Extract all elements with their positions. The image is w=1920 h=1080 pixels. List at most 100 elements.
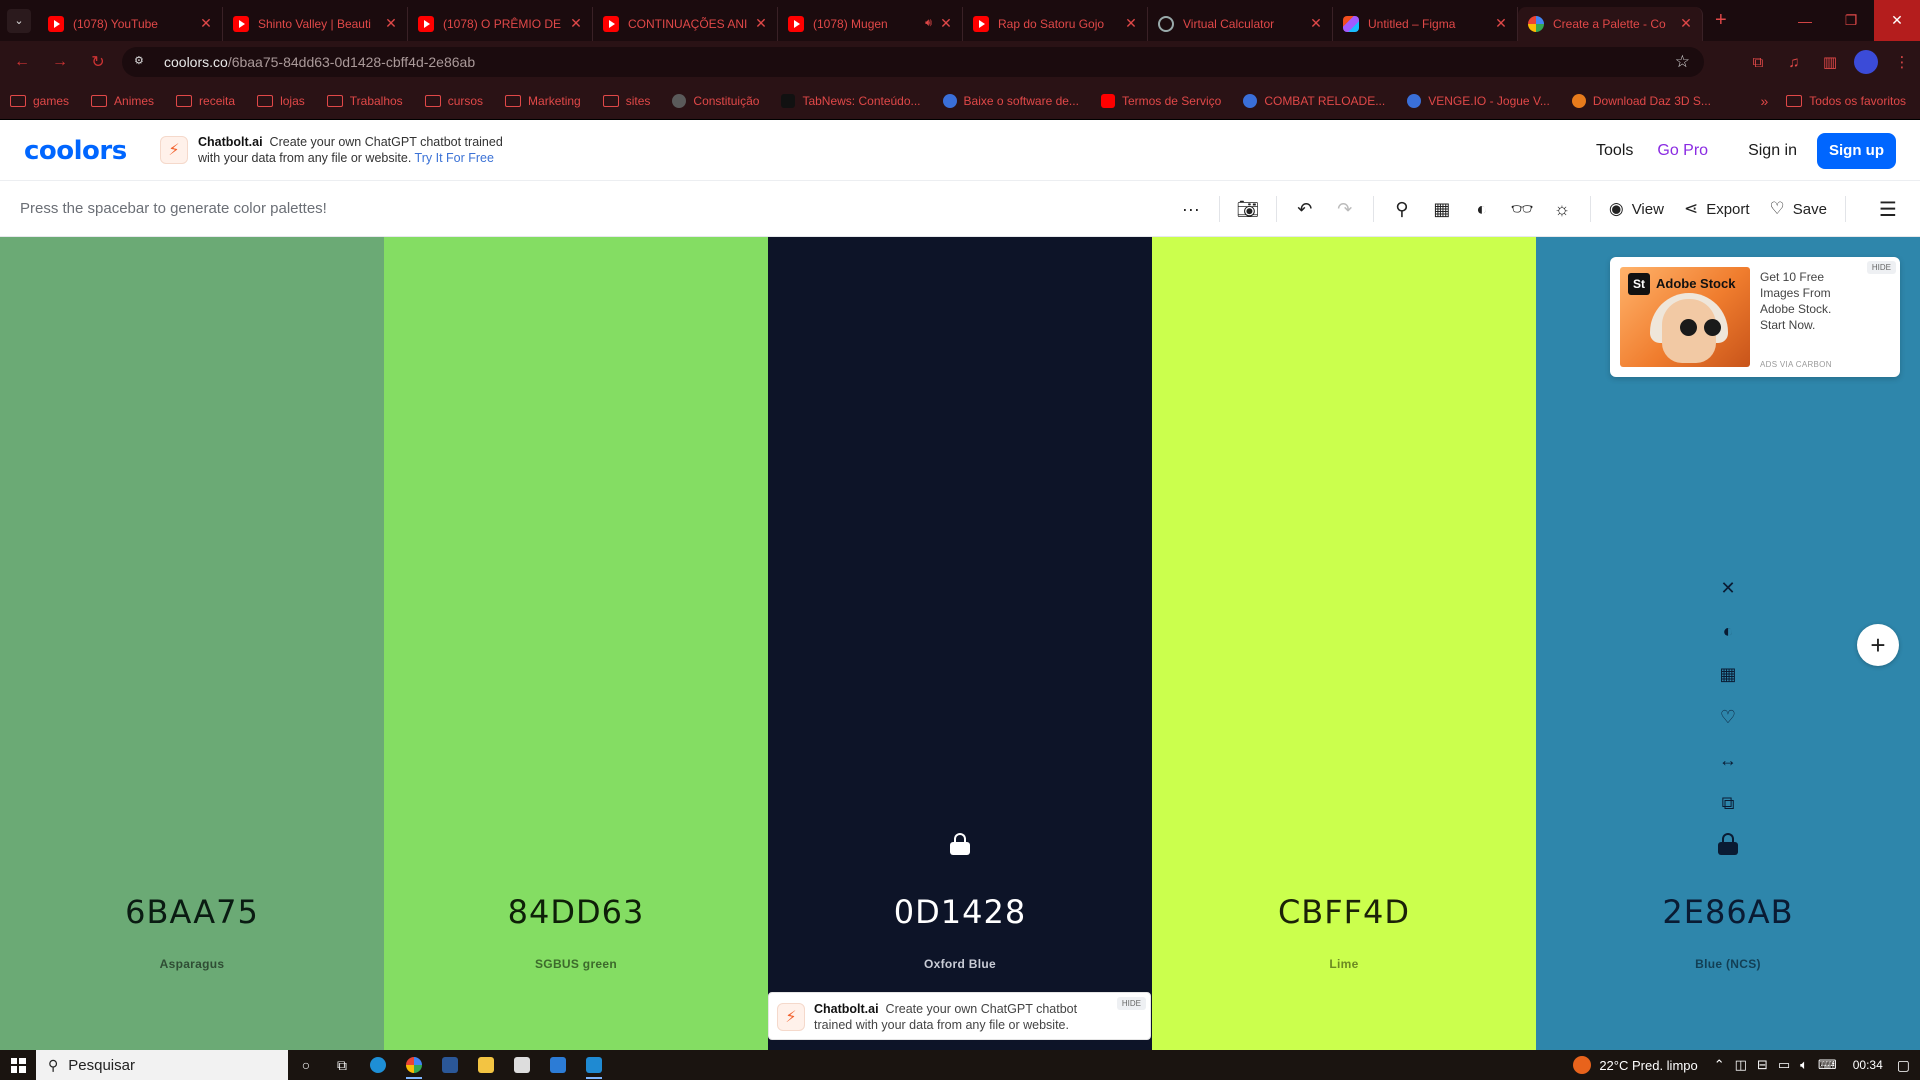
close-tab-icon[interactable]: ✕ [383, 15, 399, 32]
color-swatch[interactable]: CBFF4D Lime [1152, 237, 1536, 1050]
keyboard-icon[interactable]: ⌨ [1818, 1057, 1837, 1073]
start-button[interactable] [0, 1050, 36, 1080]
color-name[interactable]: Asparagus [0, 957, 384, 971]
browser-tab[interactable]: (1078) YouTube ✕ [38, 6, 223, 41]
notifications-icon[interactable]: ▢ [1897, 1057, 1910, 1074]
browser-menu-icon[interactable]: ⋮ [1884, 47, 1920, 77]
hamburger-menu-icon[interactable]: ☰ [1868, 189, 1908, 229]
color-name[interactable]: Lime [1152, 957, 1536, 971]
chrome-icon[interactable] [396, 1050, 432, 1080]
carbon-ad[interactable]: St Adobe Stock Get 10 Free Images From A… [1610, 257, 1900, 377]
browser-tab[interactable]: CONTINUAÇÕES ANI ✕ [593, 6, 778, 41]
minimize-icon[interactable]: — [1782, 0, 1828, 41]
browser-tab[interactable]: Untitled – Figma ✕ [1333, 6, 1518, 41]
camera-icon[interactable]: 📷︎ [1228, 189, 1268, 229]
color-hex-code[interactable]: 84DD63 [384, 893, 768, 931]
close-tab-icon[interactable]: ✕ [753, 15, 769, 32]
bottom-promo-banner[interactable]: ⚡ Chatbolt.ai Create your own ChatGPT ch… [768, 992, 1151, 1040]
file-explorer-icon[interactable] [468, 1050, 504, 1080]
close-tab-icon[interactable]: ✕ [938, 15, 954, 32]
bookmark-item[interactable]: receita [176, 94, 235, 108]
browser-tab[interactable]: Shinto Valley | Beauti ✕ [223, 6, 408, 41]
contrast-icon[interactable]: ◐ [1462, 189, 1502, 229]
view-button[interactable]: ◉ View [1609, 199, 1664, 219]
undo-icon[interactable]: ↶ [1285, 189, 1325, 229]
edge-icon[interactable] [360, 1050, 396, 1080]
color-swatch[interactable]: 84DD63 SGBUS green [384, 237, 768, 1050]
color-hex-code[interactable]: CBFF4D [1152, 893, 1536, 931]
site-info-icon[interactable]: ⚙ [134, 54, 150, 70]
bookmark-item[interactable]: TabNews: Conteúdo... [781, 94, 921, 108]
color-hex-code[interactable]: 0D1428 [768, 893, 1152, 931]
bookmark-item[interactable]: Trabalhos [326, 94, 403, 108]
color-name[interactable]: Oxford Blue [768, 957, 1152, 971]
network-icon[interactable]: ▭ [1778, 1057, 1790, 1073]
vscode-icon[interactable] [576, 1050, 612, 1080]
browser-tab[interactable]: Virtual Calculator ✕ [1148, 6, 1333, 41]
close-tab-icon[interactable]: ✕ [198, 15, 214, 32]
audio-playing-icon[interactable]: 🔊︎ [925, 17, 932, 30]
browser-tab[interactable]: (1078) Mugen 🔊︎ ✕ [778, 6, 963, 41]
bookmark-item[interactable]: VENGE.IO - Jogue V... [1407, 94, 1550, 108]
close-tab-icon[interactable]: ✕ [1123, 15, 1139, 32]
color-hex-code[interactable]: 2E86AB [1536, 893, 1920, 931]
media-queue-icon[interactable]: ♫ [1776, 47, 1812, 77]
bookmark-star-icon[interactable]: ☆ [1675, 52, 1690, 72]
bottom-promo-hide-button[interactable]: HIDE [1116, 997, 1146, 1010]
more-options-icon[interactable]: ··· [1171, 189, 1211, 229]
bookmark-item[interactable]: Constituição [672, 94, 759, 108]
more-bookmarks-button[interactable]: » [1760, 93, 1768, 109]
camera-tray-icon[interactable]: ◫ [1735, 1057, 1747, 1073]
redo-icon[interactable]: ↷ [1325, 189, 1365, 229]
remove-color-icon[interactable]: ✕ [1536, 567, 1920, 610]
go-pro-link[interactable]: Go Pro [1657, 142, 1708, 160]
brightness-icon[interactable]: ☼ [1542, 189, 1582, 229]
color-name[interactable]: Blue (NCS) [1536, 957, 1920, 971]
volume-icon[interactable]: 🔈︎ [1800, 1057, 1808, 1073]
lock-icon[interactable] [949, 833, 971, 855]
color-swatch[interactable]: 0D1428 Oxford Blue [768, 237, 1152, 1050]
bookmark-item[interactable]: Marketing [505, 94, 581, 108]
ads-via-carbon[interactable]: ADS VIA CARBON [1760, 360, 1832, 369]
add-color-button[interactable]: + [1857, 624, 1899, 666]
taskbar-search[interactable]: ⚲ Pesquisar [36, 1050, 288, 1080]
back-icon[interactable]: ← [6, 46, 38, 78]
all-bookmarks-folder[interactable]: Todos os favoritos [1786, 94, 1906, 108]
tray-chevron-icon[interactable]: ⌃ [1714, 1057, 1725, 1073]
bookmark-item[interactable]: cursos [424, 94, 483, 108]
store-icon[interactable] [504, 1050, 540, 1080]
forward-icon[interactable]: → [44, 46, 76, 78]
usb-icon[interactable]: ⊟ [1757, 1057, 1768, 1073]
close-tab-icon[interactable]: ✕ [1308, 15, 1324, 32]
sign-in-link[interactable]: Sign in [1748, 142, 1797, 160]
bookmark-item[interactable]: games [10, 94, 69, 108]
close-tab-icon[interactable]: ✕ [1678, 15, 1694, 32]
tools-link[interactable]: Tools [1596, 142, 1633, 160]
browser-tab[interactable]: Rap do Satoru Gojo ✕ [963, 6, 1148, 41]
color-blindness-icon[interactable]: 👓︎ [1502, 189, 1542, 229]
reload-icon[interactable]: ↻ [82, 46, 114, 78]
ad-text[interactable]: Get 10 Free Images From Adobe Stock. Sta… [1760, 269, 1860, 333]
ad-hide-button[interactable]: HIDE [1866, 261, 1896, 274]
lock-icon[interactable] [1717, 833, 1739, 855]
close-tab-icon[interactable]: ✕ [568, 15, 584, 32]
header-promo[interactable]: ⚡ Chatbolt.ai Create your own ChatGPT ch… [160, 134, 528, 166]
sign-up-button[interactable]: Sign up [1817, 132, 1896, 169]
promo-cta-link[interactable]: Try It For Free [415, 151, 494, 165]
weather-widget[interactable]: 22°C Pred. limpo [1573, 1056, 1698, 1074]
extensions-icon[interactable]: ⧉ [1740, 47, 1776, 77]
bookmark-item[interactable]: Baixe o software de... [942, 94, 1079, 108]
bookmark-item[interactable]: Termos de Serviço [1100, 94, 1221, 108]
url-bar[interactable]: ⚙ coolors.co/6baa75-84dd63-0d1428-cbff4d… [122, 47, 1704, 77]
export-button[interactable]: ⋖ Export [1684, 199, 1750, 219]
favorite-color-icon[interactable]: ♡ [1536, 696, 1920, 739]
restore-icon[interactable]: ❐ [1828, 0, 1874, 41]
mail-icon[interactable] [540, 1050, 576, 1080]
drag-handle-icon[interactable]: ↔ [1536, 739, 1920, 782]
bookmark-item[interactable]: COMBAT RELOADE... [1243, 94, 1385, 108]
profile-avatar[interactable] [1854, 50, 1878, 74]
bookmark-item[interactable]: sites [602, 94, 650, 108]
bookmark-item[interactable]: Animes [91, 94, 154, 108]
color-hex-code[interactable]: 6BAA75 [0, 893, 384, 931]
browser-tab[interactable]: Create a Palette - Co ✕ [1518, 6, 1703, 41]
